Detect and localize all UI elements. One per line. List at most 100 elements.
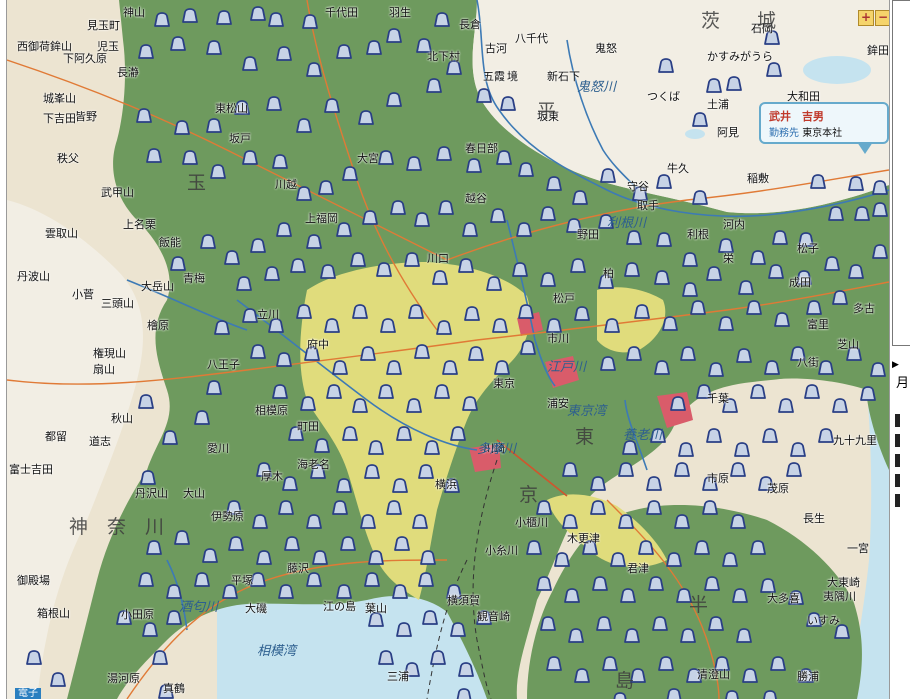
person-marker-icon[interactable] — [690, 300, 706, 315]
person-marker-icon[interactable] — [406, 156, 422, 171]
person-marker-icon[interactable] — [272, 384, 288, 399]
person-marker-icon[interactable] — [540, 272, 556, 287]
person-marker-icon[interactable] — [762, 428, 778, 443]
person-marker-icon[interactable] — [142, 622, 158, 637]
person-marker-icon[interactable] — [518, 162, 534, 177]
person-marker-icon[interactable] — [774, 312, 790, 327]
person-marker-icon[interactable] — [320, 264, 336, 279]
person-marker-icon[interactable] — [434, 384, 450, 399]
person-marker-icon[interactable] — [306, 514, 322, 529]
person-marker-icon[interactable] — [462, 222, 478, 237]
person-marker-icon[interactable] — [342, 166, 358, 181]
person-marker-icon[interactable] — [872, 244, 888, 259]
person-marker-icon[interactable] — [324, 318, 340, 333]
person-marker-icon[interactable] — [360, 346, 376, 361]
person-marker-icon[interactable] — [536, 576, 552, 591]
person-marker-icon[interactable] — [366, 40, 382, 55]
person-marker-icon[interactable] — [394, 536, 410, 551]
person-marker-icon[interactable] — [206, 380, 222, 395]
person-marker-icon[interactable] — [306, 234, 322, 249]
person-marker-icon[interactable] — [352, 398, 368, 413]
person-marker-icon[interactable] — [224, 250, 240, 265]
person-marker-icon[interactable] — [722, 552, 738, 567]
person-marker-icon[interactable] — [380, 318, 396, 333]
person-marker-icon[interactable] — [626, 230, 642, 245]
person-marker-icon[interactable] — [750, 250, 766, 265]
person-marker-icon[interactable] — [26, 650, 42, 665]
person-marker-icon[interactable] — [613, 692, 627, 699]
person-marker-icon[interactable] — [386, 500, 402, 515]
person-marker-icon[interactable] — [312, 550, 328, 565]
person-marker-icon[interactable] — [658, 58, 674, 73]
person-marker-icon[interactable] — [592, 576, 608, 591]
person-marker-icon[interactable] — [492, 318, 508, 333]
person-marker-icon[interactable] — [540, 616, 556, 631]
person-marker-icon[interactable] — [426, 78, 442, 93]
person-marker-icon[interactable] — [564, 588, 580, 603]
person-marker-icon[interactable] — [708, 362, 724, 377]
person-marker-icon[interactable] — [360, 514, 376, 529]
person-marker-icon[interactable] — [658, 656, 674, 671]
person-marker-icon[interactable] — [848, 176, 864, 191]
person-marker-icon[interactable] — [574, 668, 590, 683]
person-marker-icon[interactable] — [300, 396, 316, 411]
person-marker-icon[interactable] — [376, 262, 392, 277]
zoom-in-button[interactable]: + — [858, 10, 874, 26]
person-marker-icon[interactable] — [818, 428, 834, 443]
person-marker-icon[interactable] — [314, 438, 330, 453]
person-marker-icon[interactable] — [652, 616, 668, 631]
person-marker-icon[interactable] — [210, 164, 226, 179]
person-marker-icon[interactable] — [670, 396, 686, 411]
person-marker-icon[interactable] — [772, 230, 788, 245]
person-marker-icon[interactable] — [618, 462, 634, 477]
person-marker-icon[interactable] — [386, 28, 402, 43]
person-marker-icon[interactable] — [432, 270, 448, 285]
person-marker-icon[interactable] — [152, 650, 168, 665]
person-marker-icon[interactable] — [704, 576, 720, 591]
person-marker-icon[interactable] — [770, 656, 786, 671]
person-marker-icon[interactable] — [648, 576, 664, 591]
person-marker-icon[interactable] — [692, 112, 708, 127]
person-marker-icon[interactable] — [378, 650, 394, 665]
person-marker-icon[interactable] — [302, 14, 318, 29]
person-marker-icon[interactable] — [296, 304, 312, 319]
person-marker-icon[interactable] — [206, 118, 222, 133]
person-marker-icon[interactable] — [250, 572, 266, 587]
person-marker-icon[interactable] — [364, 464, 380, 479]
person-marker-icon[interactable] — [200, 234, 216, 249]
person-marker-icon[interactable] — [680, 628, 696, 643]
person-marker-icon[interactable] — [624, 262, 640, 277]
person-marker-icon[interactable] — [458, 258, 474, 273]
person-marker-icon[interactable] — [554, 552, 570, 567]
person-marker-icon[interactable] — [726, 76, 742, 91]
person-marker-icon[interactable] — [250, 6, 266, 21]
person-marker-icon[interactable] — [438, 200, 454, 215]
person-marker-icon[interactable] — [138, 572, 154, 587]
person-marker-icon[interactable] — [750, 540, 766, 555]
person-marker-icon[interactable] — [662, 316, 678, 331]
person-marker-icon[interactable] — [242, 150, 258, 165]
person-marker-icon[interactable] — [638, 540, 654, 555]
person-marker-icon[interactable] — [284, 536, 300, 551]
person-marker-icon[interactable] — [768, 264, 784, 279]
person-marker-icon[interactable] — [568, 628, 584, 643]
person-marker-icon[interactable] — [324, 98, 340, 113]
person-marker-icon[interactable] — [390, 200, 406, 215]
map-view[interactable]: 神山 見玉町 西御荷鉾山 下阿久原 児玉 長瀞 城峯山 皆野 下吉田 秩父 武甲山 雲取山 丹波山 小菅三… — [6, 0, 890, 699]
person-marker-icon[interactable] — [654, 360, 670, 375]
person-marker-icon[interactable] — [618, 514, 634, 529]
person-marker-icon[interactable] — [654, 270, 670, 285]
person-marker-icon[interactable] — [332, 360, 348, 375]
person-marker-icon[interactable] — [678, 442, 694, 457]
person-marker-icon[interactable] — [496, 150, 512, 165]
person-marker-icon[interactable] — [318, 180, 334, 195]
person-marker-icon[interactable] — [296, 186, 312, 201]
person-marker-icon[interactable] — [336, 222, 352, 237]
person-marker-icon[interactable] — [408, 304, 424, 319]
person-marker-icon[interactable] — [706, 266, 722, 281]
person-marker-icon[interactable] — [406, 398, 422, 413]
person-marker-icon[interactable] — [272, 154, 288, 169]
person-marker-icon[interactable] — [536, 500, 552, 515]
person-marker-icon[interactable] — [818, 360, 834, 375]
person-marker-icon[interactable] — [872, 202, 888, 217]
